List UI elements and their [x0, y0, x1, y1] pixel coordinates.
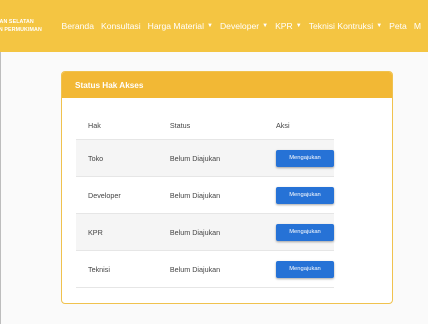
card-header: Status Hak Akses: [62, 72, 392, 98]
chevron-down-icon: ▼: [262, 23, 269, 29]
nav-item-teknisi-kontruksi[interactable]: Teknisi Kontruksi ▼: [309, 21, 382, 31]
cell-status: Belum Diajukan: [157, 176, 264, 214]
access-table: Hak Status Aksi Toko Belum Diajukan Meng…: [76, 112, 334, 288]
status-hak-akses-card: Status Hak Akses Hak Status Aksi Toko Be…: [61, 71, 393, 304]
card-title: Status Hak Akses: [75, 80, 144, 90]
brand-line-1: ITAN SELATAN: [0, 19, 34, 25]
chevron-down-icon: ▼: [295, 23, 302, 29]
table-row: KPR Belum Diajukan Mengajukan: [76, 213, 334, 251]
top-navbar: ITAN SELATAN AN PERMUKIMAN Beranda Konsu…: [0, 0, 428, 52]
brand-logo[interactable]: ITAN SELATAN AN PERMUKIMAN: [0, 18, 60, 34]
cell-aksi: Mengajukan: [264, 139, 334, 177]
nav-item-developer[interactable]: Developer ▼: [220, 21, 268, 31]
brand-line-2: AN PERMUKIMAN: [0, 27, 42, 33]
cell-aksi: Mengajukan: [264, 176, 334, 214]
mengajukan-button-toko[interactable]: Mengajukan: [276, 149, 334, 167]
mengajukan-button-developer[interactable]: Mengajukan: [276, 186, 334, 204]
nav-menu: Beranda Konsultasi Harga Material ▼ Deve…: [61, 21, 428, 31]
cell-hak: Teknisi: [76, 250, 158, 288]
column-header-hak: Hak: [88, 121, 101, 130]
column-header-aksi: Aksi: [276, 121, 290, 130]
mengajukan-button-kpr[interactable]: Mengajukan: [276, 223, 334, 241]
table-header-row: Hak Status Aksi: [76, 112, 334, 140]
table-row: Toko Belum Diajukan Mengajukan: [76, 139, 334, 177]
nav-item-harga-material[interactable]: Harga Material ▼: [148, 21, 213, 31]
cell-status: Belum Diajukan: [157, 213, 264, 251]
column-header-status: Status: [169, 121, 191, 130]
cell-hak: Developer: [76, 176, 158, 214]
cell-hak: Toko: [76, 139, 158, 177]
cell-aksi: Mengajukan: [264, 213, 334, 251]
cell-aksi: Mengajukan: [264, 250, 334, 288]
nav-item-m[interactable]: M: [414, 21, 421, 31]
table-row: Developer Belum Diajukan Mengajukan: [76, 176, 334, 214]
nav-item-beranda[interactable]: Beranda: [61, 21, 94, 31]
nav-item-peta[interactable]: Peta: [389, 21, 407, 31]
cell-status: Belum Diajukan: [157, 250, 264, 288]
mengajukan-button-teknisi[interactable]: Mengajukan: [276, 260, 334, 278]
cell-status: Belum Diajukan: [157, 139, 264, 177]
table-row: Teknisi Belum Diajukan Mengajukan: [76, 250, 334, 288]
chevron-down-icon: ▼: [207, 23, 213, 29]
nav-item-kpr[interactable]: KPR ▼: [275, 21, 302, 31]
nav-item-konsultasi[interactable]: Konsultasi: [101, 21, 141, 31]
cell-hak: KPR: [76, 213, 158, 251]
chevron-down-icon: ▼: [376, 23, 383, 29]
